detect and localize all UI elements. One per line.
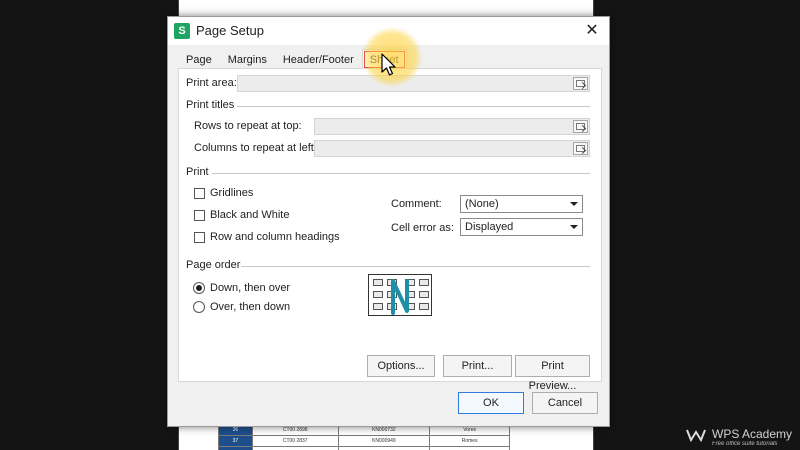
dialog-title: Page Setup xyxy=(196,23,264,38)
over-then-down-radio[interactable] xyxy=(193,301,205,313)
range-select-icon xyxy=(576,123,585,130)
ok-button[interactable]: OK xyxy=(458,392,524,414)
print-group-label: Print xyxy=(186,166,209,178)
table-row xyxy=(218,446,510,450)
range-select-icon xyxy=(576,145,585,152)
print-preview-button[interactable]: Print Preview... xyxy=(515,355,590,392)
black-white-label: Black and White xyxy=(210,209,290,221)
dialog-titlebar: S Page Setup ✕ xyxy=(168,17,609,45)
cols-repeat-label: Columns to repeat at left: xyxy=(194,142,317,154)
tab-bar: Page Margins Header/Footer Sheet xyxy=(178,49,407,69)
group-divider xyxy=(212,173,590,174)
cell-error-select-value: Displayed xyxy=(465,221,514,233)
print-area-label: Print area: xyxy=(186,77,237,89)
tab-sheet-label: Sheet xyxy=(369,54,399,66)
cell-error-label: Cell error as: xyxy=(391,222,454,234)
wps-academy-logo-icon xyxy=(686,429,706,442)
rows-repeat-input[interactable] xyxy=(314,118,590,135)
wps-spreadsheet-icon: S xyxy=(174,23,190,39)
cols-repeat-collapse-button[interactable] xyxy=(573,142,588,155)
range-select-icon xyxy=(576,80,585,87)
tab-sheet[interactable]: Sheet xyxy=(361,49,407,69)
group-divider xyxy=(241,266,590,267)
print-area-input[interactable] xyxy=(237,75,590,92)
chevron-down-icon xyxy=(570,225,578,229)
group-divider xyxy=(237,106,590,107)
page-order-group-label: Page order xyxy=(186,259,241,271)
watermark-title: WPS Academy xyxy=(712,427,793,441)
down-then-over-label: Down, then over xyxy=(210,282,291,294)
page-order-preview-icon xyxy=(368,274,432,316)
close-icon[interactable]: ✕ xyxy=(581,20,603,42)
rows-repeat-collapse-button[interactable] xyxy=(573,120,588,133)
over-then-down-label: Over, then down xyxy=(210,301,291,313)
comment-select[interactable]: (None) xyxy=(460,195,583,213)
print-button[interactable]: Print... xyxy=(443,355,512,377)
comment-label: Comment: xyxy=(391,198,442,210)
black-white-checkbox[interactable] xyxy=(194,210,205,221)
page-order-arrow-icon xyxy=(391,279,409,315)
print-area-collapse-button[interactable] xyxy=(573,77,588,90)
watermark-subtitle: Free office suite tutorials xyxy=(712,441,778,447)
tab-margins[interactable]: Margins xyxy=(219,49,275,69)
comment-select-value: (None) xyxy=(465,198,499,210)
tab-page[interactable]: Page xyxy=(178,49,220,69)
print-titles-group-label: Print titles xyxy=(186,99,235,111)
page-setup-dialog: S Page Setup ✕ Page Margins Header/Foote… xyxy=(167,16,610,427)
cols-repeat-input[interactable] xyxy=(314,140,590,157)
down-then-over-radio[interactable] xyxy=(193,282,205,294)
cancel-button[interactable]: Cancel xyxy=(532,392,598,414)
row-col-headings-label: Row and column headings xyxy=(210,231,340,243)
row-col-headings-checkbox[interactable] xyxy=(194,232,205,243)
options-button[interactable]: Options... xyxy=(367,355,435,377)
sheet-tab-panel: Print area: Print titles Rows to repeat … xyxy=(178,68,602,392)
rows-repeat-label: Rows to repeat at top: xyxy=(194,120,302,132)
chevron-down-icon xyxy=(570,202,578,206)
cell-error-select[interactable]: Displayed xyxy=(460,218,583,236)
table-row: 37 CT00 2837 KN000949 Romes xyxy=(218,435,510,447)
gridlines-checkbox[interactable] xyxy=(194,188,205,199)
gridlines-label: Gridlines xyxy=(210,187,254,199)
tab-header-footer[interactable]: Header/Footer xyxy=(274,49,362,69)
